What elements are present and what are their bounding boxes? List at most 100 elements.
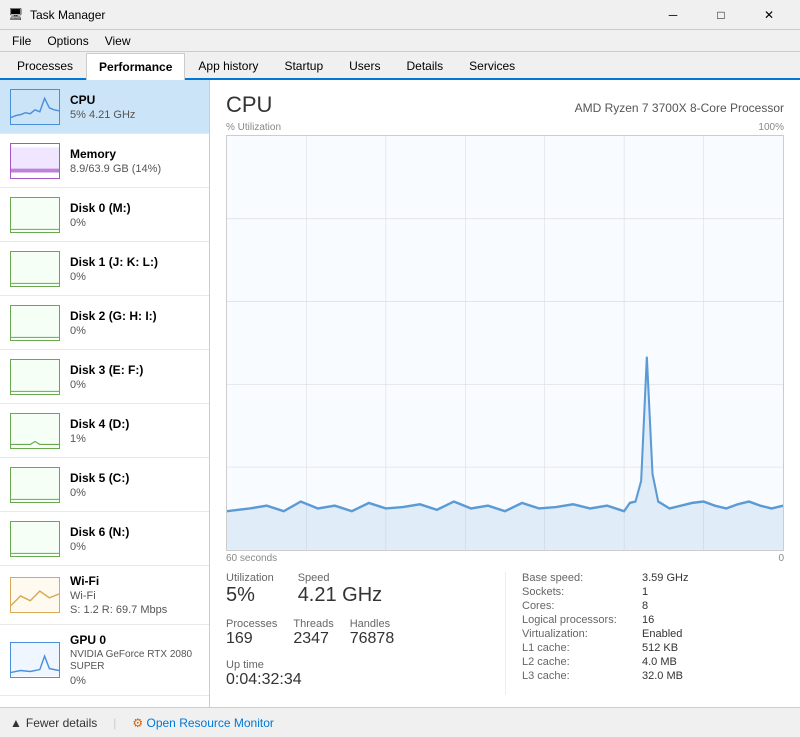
fewer-details-button[interactable]: ▲ Fewer details — [10, 716, 97, 730]
sidebar-item-disk6[interactable]: Disk 6 (N:) 0% — [0, 512, 209, 566]
handles-stat: Handles 76878 — [350, 618, 395, 648]
sidebar-item-memory[interactable]: Memory 8.9/63.9 GB (14%) — [0, 134, 209, 188]
menu-view[interactable]: View — [97, 32, 139, 50]
panel-header: CPU AMD Ryzen 7 3700X 8-Core Processor — [226, 92, 784, 118]
gpu0-thumbnail — [10, 642, 60, 678]
wifi-label: Wi-Fi — [70, 574, 199, 588]
memory-info: Memory 8.9/63.9 GB (14%) — [70, 147, 199, 175]
separator: | — [113, 716, 116, 730]
resource-monitor-icon: ⚙ — [132, 716, 143, 730]
disk2-thumbnail — [10, 305, 60, 341]
sidebar-item-disk3[interactable]: Disk 3 (E: F:) 0% — [0, 350, 209, 404]
speed-stat: Speed 4.21 GHz — [298, 572, 382, 606]
utilization-label: Utilization — [226, 572, 274, 584]
disk3-label: Disk 3 (E: F:) — [70, 363, 199, 377]
processes-value: 169 — [226, 630, 277, 648]
tab-services[interactable]: Services — [456, 52, 528, 78]
disk0-info: Disk 0 (M:) 0% — [70, 201, 199, 229]
gpu0-value: 0% — [70, 675, 199, 687]
stats-left: Utilization 5% Speed 4.21 GHz Processes … — [226, 572, 505, 695]
l1-cache-label: L1 cache: — [522, 642, 642, 654]
sidebar-item-disk1[interactable]: Disk 1 (J: K: L:) 0% — [0, 242, 209, 296]
disk5-info: Disk 5 (C:) 0% — [70, 471, 199, 499]
logical-processors-row: Logical processors: 16 — [522, 614, 784, 626]
base-speed-value: 3.59 GHz — [642, 572, 688, 584]
open-resource-monitor-button[interactable]: ⚙ Open Resource Monitor — [132, 716, 274, 730]
disk2-value: 0% — [70, 325, 199, 337]
wifi-value2: Wi-Fi — [70, 590, 199, 602]
wifi-value: S: 1.2 R: 69.7 Mbps — [70, 604, 199, 616]
sidebar-item-disk0[interactable]: Disk 0 (M:) 0% — [0, 188, 209, 242]
chevron-up-icon: ▲ — [10, 716, 22, 730]
l1-cache-row: L1 cache: 512 KB — [522, 642, 784, 654]
l3-cache-label: L3 cache: — [522, 670, 642, 682]
utilization-value: 5% — [226, 584, 274, 606]
chart-time-right: 0 — [778, 553, 784, 564]
menu-bar: File Options View — [0, 30, 800, 52]
fewer-details-label: Fewer details — [26, 716, 97, 730]
disk2-label: Disk 2 (G: H: I:) — [70, 309, 199, 323]
gpu0-value2: NVIDIA GeForce RTX 2080 SUPER — [70, 649, 199, 673]
app-icon: 🖥 — [8, 7, 24, 23]
threads-value: 2347 — [293, 630, 333, 648]
disk3-thumbnail — [10, 359, 60, 395]
speed-value: 4.21 GHz — [298, 584, 382, 606]
handles-label: Handles — [350, 618, 395, 630]
l2-cache-value: 4.0 MB — [642, 656, 677, 668]
minimize-button[interactable]: ─ — [650, 0, 696, 30]
sidebar-item-gpu0[interactable]: GPU 0 NVIDIA GeForce RTX 2080 SUPER 0% — [0, 625, 209, 696]
tab-app-history[interactable]: App history — [185, 52, 271, 78]
tab-performance[interactable]: Performance — [86, 53, 185, 80]
threads-stat: Threads 2347 — [293, 618, 333, 648]
sockets-value: 1 — [642, 586, 648, 598]
sidebar-item-wifi[interactable]: Wi-Fi Wi-Fi S: 1.2 R: 69.7 Mbps — [0, 566, 209, 625]
disk4-value: 1% — [70, 433, 199, 445]
disk5-value: 0% — [70, 487, 199, 499]
base-speed-label: Base speed: — [522, 572, 642, 584]
disk6-value: 0% — [70, 541, 199, 553]
sidebar-item-disk5[interactable]: Disk 5 (C:) 0% — [0, 458, 209, 512]
tab-processes[interactable]: Processes — [4, 52, 86, 78]
logical-processors-value: 16 — [642, 614, 654, 626]
l3-cache-value: 32.0 MB — [642, 670, 683, 682]
gpu0-label: GPU 0 — [70, 633, 199, 647]
tab-details[interactable]: Details — [393, 52, 456, 78]
logical-processors-label: Logical processors: — [522, 614, 642, 626]
open-resource-monitor-label: Open Resource Monitor — [147, 716, 274, 730]
disk4-info: Disk 4 (D:) 1% — [70, 417, 199, 445]
close-button[interactable]: ✕ — [746, 0, 792, 30]
l1-cache-value: 512 KB — [642, 642, 678, 654]
disk6-label: Disk 6 (N:) — [70, 525, 199, 539]
tab-bar: Processes Performance App history Startu… — [0, 52, 800, 80]
tab-users[interactable]: Users — [336, 52, 393, 78]
maximize-button[interactable]: □ — [698, 0, 744, 30]
l3-cache-row: L3 cache: 32.0 MB — [522, 670, 784, 682]
l2-cache-row: L2 cache: 4.0 MB — [522, 656, 784, 668]
sockets-label: Sockets: — [522, 586, 642, 598]
memory-label: Memory — [70, 147, 199, 161]
menu-options[interactable]: Options — [39, 32, 96, 50]
sockets-row: Sockets: 1 — [522, 586, 784, 598]
sidebar-item-disk4[interactable]: Disk 4 (D:) 1% — [0, 404, 209, 458]
cpu-panel: CPU AMD Ryzen 7 3700X 8-Core Processor %… — [210, 80, 800, 707]
virtualization-value: Enabled — [642, 628, 682, 640]
sidebar-item-disk2[interactable]: Disk 2 (G: H: I:) 0% — [0, 296, 209, 350]
processes-stat: Processes 169 — [226, 618, 277, 648]
disk4-label: Disk 4 (D:) — [70, 417, 199, 431]
disk2-info: Disk 2 (G: H: I:) 0% — [70, 309, 199, 337]
tab-startup[interactable]: Startup — [271, 52, 336, 78]
uptime-value: 0:04:32:34 — [226, 671, 505, 689]
menu-file[interactable]: File — [4, 32, 39, 50]
l2-cache-label: L2 cache: — [522, 656, 642, 668]
threads-label: Threads — [293, 618, 333, 630]
cpu-label: CPU — [70, 93, 199, 107]
disk4-thumbnail — [10, 413, 60, 449]
window-controls: ─ □ ✕ — [650, 0, 792, 30]
cores-row: Cores: 8 — [522, 600, 784, 612]
sidebar: CPU 5% 4.21 GHz Memory 8.9/63.9 GB (14%) — [0, 80, 210, 707]
sidebar-item-cpu[interactable]: CPU 5% 4.21 GHz — [0, 80, 209, 134]
disk6-info: Disk 6 (N:) 0% — [70, 525, 199, 553]
bottom-bar: ▲ Fewer details | ⚙ Open Resource Monito… — [0, 707, 800, 737]
disk5-label: Disk 5 (C:) — [70, 471, 199, 485]
utilization-stat: Utilization 5% — [226, 572, 274, 606]
